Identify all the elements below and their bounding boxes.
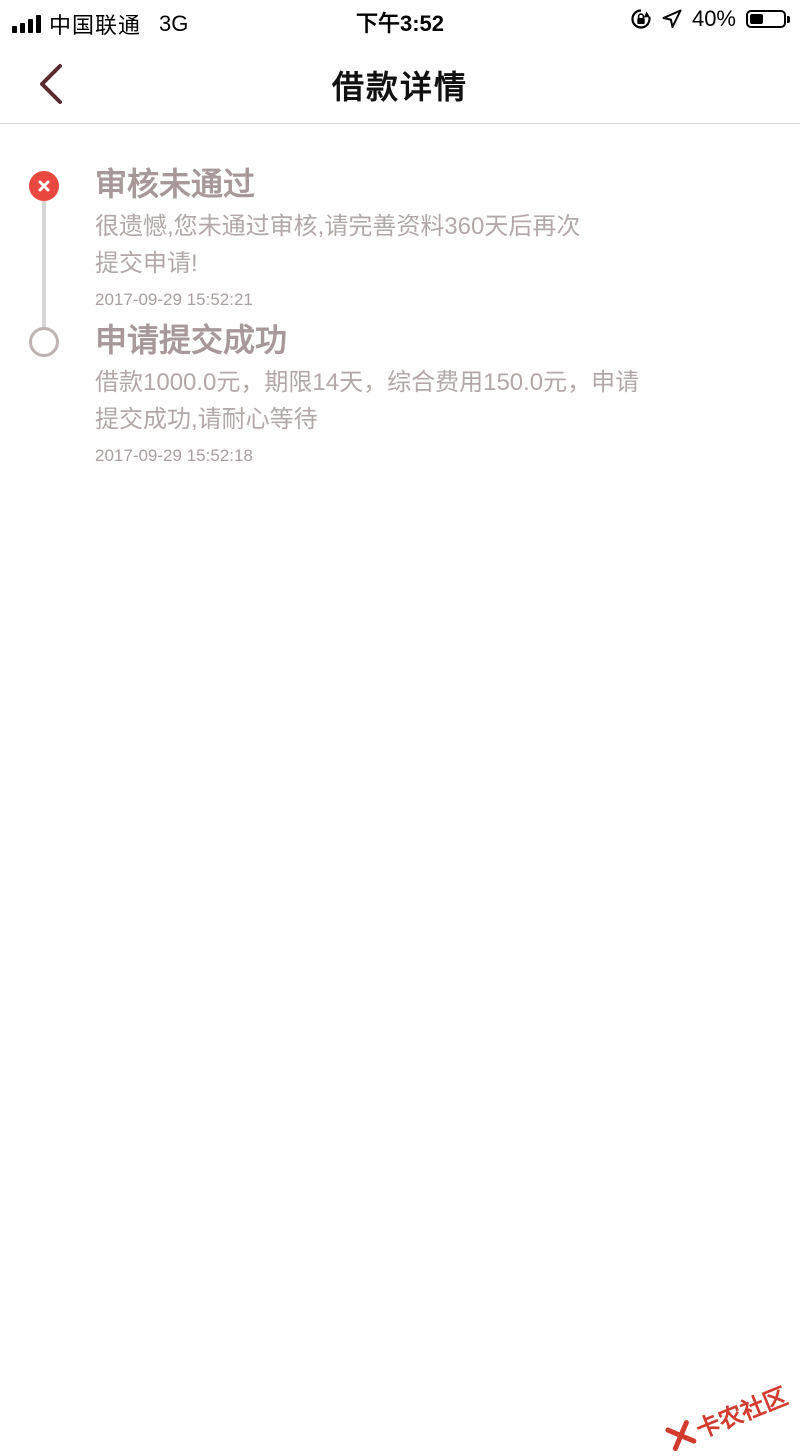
status-bar: 中国联通 3G 下午3:52 40% <box>0 0 800 40</box>
timeline-item-desc: 很遗憾,您未通过审核,请完善资料360天后再次 提交申请! <box>95 208 735 282</box>
timeline-desc-line: 借款1000.0元，期限14天，综合费用150.0元，申请 <box>95 369 640 396</box>
page-title: 借款详情 <box>331 69 468 105</box>
timeline-item-review-failed: 审核未通过 很遗憾,您未通过审核,请完善资料360天后再次 提交申请! 2017… <box>95 164 735 312</box>
timeline-desc-line: 提交成功,请耐心等待 <box>95 406 318 433</box>
timeline-dot-failed <box>29 171 59 201</box>
timeline-item-time: 2017-09-29 15:52:18 <box>95 446 253 465</box>
timeline-item-desc: 借款1000.0元，期限14天，综合费用150.0元，申请 提交成功,请耐心等待 <box>95 364 735 438</box>
watermark: 卡农社区 <box>662 1377 792 1456</box>
watermark-logo-icon <box>665 1419 697 1451</box>
timeline-desc-line: 很遗憾,您未通过审核,请完善资料360天后再次 <box>95 213 581 240</box>
close-icon <box>38 180 50 192</box>
circle-outline-icon <box>29 327 59 357</box>
battery-icon <box>746 10 790 28</box>
battery-fill <box>750 14 763 24</box>
timeline-item-title: 审核未通过 <box>95 166 256 202</box>
battery-percent: 40% <box>691 6 736 31</box>
orientation-lock-icon <box>631 9 651 29</box>
nav-bar: 借款详情 <box>0 40 800 124</box>
location-arrow-icon <box>662 9 682 28</box>
watermark-text: 卡农社区 <box>692 1383 792 1445</box>
timeline-line <box>42 186 46 341</box>
timeline-item-title: 申请提交成功 <box>95 322 288 358</box>
timeline-item-time: 2017-09-29 15:52:21 <box>95 290 253 309</box>
timeline-item-submitted: 申请提交成功 借款1000.0元，期限14天，综合费用150.0元，申请 提交成… <box>95 320 735 468</box>
timeline-desc-line: 提交申请! <box>95 250 198 277</box>
status-right: 40% <box>630 6 790 32</box>
